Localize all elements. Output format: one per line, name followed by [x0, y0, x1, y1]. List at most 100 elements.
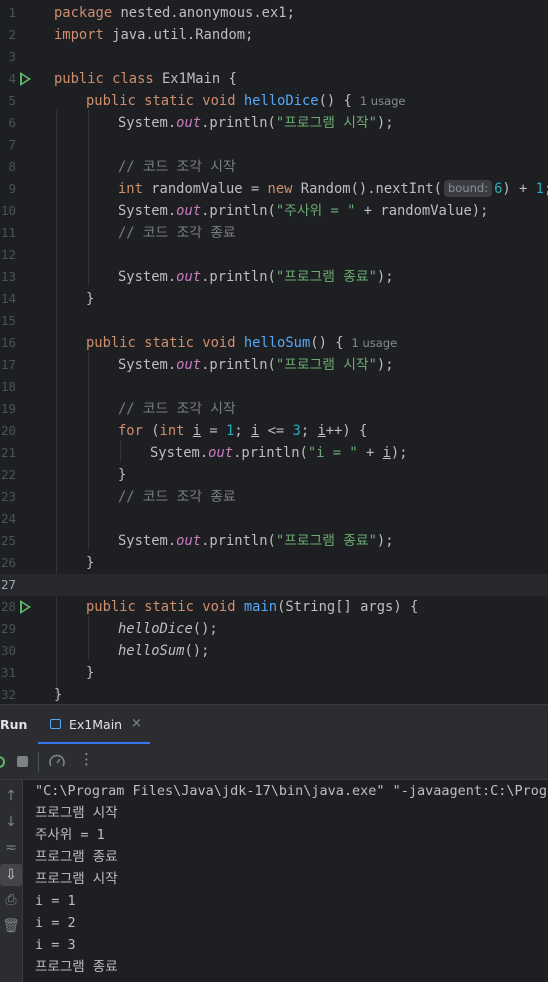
- console-icon: [50, 719, 61, 729]
- stop-icon[interactable]: [17, 756, 28, 767]
- code-text: System.out.println("프로그램 시작");: [118, 357, 394, 373]
- close-icon[interactable]: ×: [131, 716, 142, 731]
- code-line: 20 for (int i = 1; i <= 3; i++) {: [0, 420, 548, 442]
- run-toolbar: ⋮: [0, 744, 548, 780]
- code-text: }: [118, 467, 127, 483]
- code-line: 2 import java.util.Random;: [0, 24, 548, 46]
- code-text: System.out.println("프로그램 시작");: [118, 115, 394, 131]
- arrow-up-icon[interactable]: ↑: [0, 788, 22, 804]
- code-text: for (int i = 1; i <= 3; i++) {: [118, 423, 368, 439]
- code-line: 16 public static void helloSum() {1 usag…: [0, 332, 548, 354]
- usage-hint[interactable]: 1 usage: [352, 332, 398, 354]
- line-number: 3: [8, 49, 16, 64]
- code-line: 4 public class Ex1Main {: [0, 68, 548, 90]
- tab-ex1main[interactable]: Ex1Main ×: [38, 705, 150, 745]
- code-comment: // 코드 조각 종료: [118, 489, 236, 505]
- console-line: 프로그램 종료: [35, 849, 118, 865]
- code-comment: // 코드 조각 종료: [118, 225, 236, 241]
- soft-wrap-icon[interactable]: ≂: [0, 840, 22, 856]
- run-tool-window-header: Run Ex1Main ×: [0, 704, 548, 745]
- line-number: 7: [8, 137, 16, 152]
- code-text: }: [86, 291, 95, 307]
- code-line: 29 helloDice();: [0, 618, 548, 640]
- code-text: System.out.println("프로그램 종료");: [118, 269, 394, 285]
- code-text: }: [54, 687, 63, 703]
- code-line: 31 }: [0, 662, 548, 684]
- console-line: i = 1: [35, 893, 76, 909]
- code-text: System.out.println("주사위 = " + randomValu…: [118, 203, 489, 219]
- line-number: 11: [0, 225, 16, 240]
- line-number: 13: [0, 269, 16, 284]
- code-editor[interactable]: 1 package nested.anonymous.ex1; 2 import…: [0, 0, 548, 704]
- rerun-icon[interactable]: [0, 754, 7, 770]
- code-text: helloDice();: [118, 621, 218, 637]
- line-number: 21: [0, 445, 16, 460]
- console-line: "C:\Program Files\Java\jdk-17\bin\java.e…: [35, 783, 548, 799]
- code-text: public class Ex1Main {: [54, 71, 237, 87]
- code-line: 22 }: [0, 464, 548, 486]
- line-number: 31: [0, 665, 16, 680]
- code-text: public static void main(String[] args) {: [86, 599, 419, 615]
- line-number: 15: [0, 313, 16, 328]
- code-comment: // 코드 조각 시작: [118, 159, 236, 175]
- code-line: 19 // 코드 조각 시작: [0, 398, 548, 420]
- code-line: 15: [0, 310, 548, 332]
- line-number: 29: [0, 621, 16, 636]
- code-line: 10 System.out.println("주사위 = " + randomV…: [0, 200, 548, 222]
- code-line: 7: [0, 134, 548, 156]
- code-line: 9 int randomValue = new Random().nextInt…: [0, 178, 548, 200]
- code-line: 14 }: [0, 288, 548, 310]
- code-text: }: [86, 665, 95, 681]
- console-line: i = 2: [35, 915, 76, 931]
- code-text: System.out.println("i = " + i);: [150, 445, 408, 461]
- console-line: i = 3: [35, 937, 76, 953]
- code-text: public static void helloDice() {1 usage: [86, 90, 406, 112]
- more-options-icon[interactable]: ⋮: [79, 750, 94, 768]
- line-number: 22: [0, 467, 16, 482]
- code-text: int randomValue = new Random().nextInt(b…: [118, 180, 548, 197]
- console-line: 프로그램 시작: [35, 805, 118, 821]
- line-number: 9: [8, 181, 16, 196]
- print-icon[interactable]: ⎙: [0, 892, 22, 908]
- code-line: 32 }: [0, 684, 548, 704]
- line-number: 24: [0, 511, 16, 526]
- code-line: 12: [0, 244, 548, 266]
- code-line: 17 System.out.println("프로그램 시작");: [0, 354, 548, 376]
- line-number: 32: [0, 687, 16, 702]
- code-line: 26 }: [0, 552, 548, 574]
- line-number: 23: [0, 489, 16, 504]
- code-line: 13 System.out.println("프로그램 종료");: [0, 266, 548, 288]
- console-output[interactable]: "C:\Program Files\Java\jdk-17\bin\java.e…: [23, 780, 548, 982]
- code-line: 21 System.out.println("i = " + i);: [0, 442, 548, 464]
- line-number: 26: [0, 555, 16, 570]
- code-text: }: [86, 555, 95, 571]
- scroll-to-end-icon[interactable]: ⇩: [0, 864, 22, 886]
- usage-hint[interactable]: 1 usage: [360, 90, 406, 112]
- code-line: 24: [0, 508, 548, 530]
- code-line: 8 // 코드 조각 시작: [0, 156, 548, 178]
- code-text: helloSum();: [118, 643, 210, 659]
- code-comment: // 코드 조각 시작: [118, 401, 236, 417]
- line-number: 2: [8, 27, 16, 42]
- code-line: 23 // 코드 조각 종료: [0, 486, 548, 508]
- toolbar-divider: [38, 752, 39, 772]
- line-number: 10: [0, 203, 16, 218]
- trash-icon[interactable]: 🗑: [0, 918, 22, 934]
- code-line: 3: [0, 46, 548, 68]
- run-gutter-icon[interactable]: [20, 72, 31, 86]
- coverage-icon[interactable]: [48, 753, 66, 771]
- parameter-hint: bound:: [443, 180, 493, 197]
- run-gutter-icon[interactable]: [20, 600, 31, 614]
- line-number: 6: [8, 115, 16, 130]
- code-line: 11 // 코드 조각 종료: [0, 222, 548, 244]
- console-line: 프로그램 시작: [35, 871, 118, 887]
- code-line: 30 helloSum();: [0, 640, 548, 662]
- run-panel-title[interactable]: Run: [0, 717, 27, 732]
- arrow-down-icon[interactable]: ↓: [0, 814, 22, 830]
- console-side-toolbar: ↑ ↓ ≂ ⇩ ⎙ 🗑: [0, 780, 23, 982]
- line-number: 8: [8, 159, 16, 174]
- line-number: 16: [0, 335, 16, 350]
- console-line: 프로그램 종료: [35, 959, 118, 975]
- code-text: System.out.println("프로그램 종료");: [118, 533, 394, 549]
- code-text: import java.util.Random;: [54, 27, 254, 43]
